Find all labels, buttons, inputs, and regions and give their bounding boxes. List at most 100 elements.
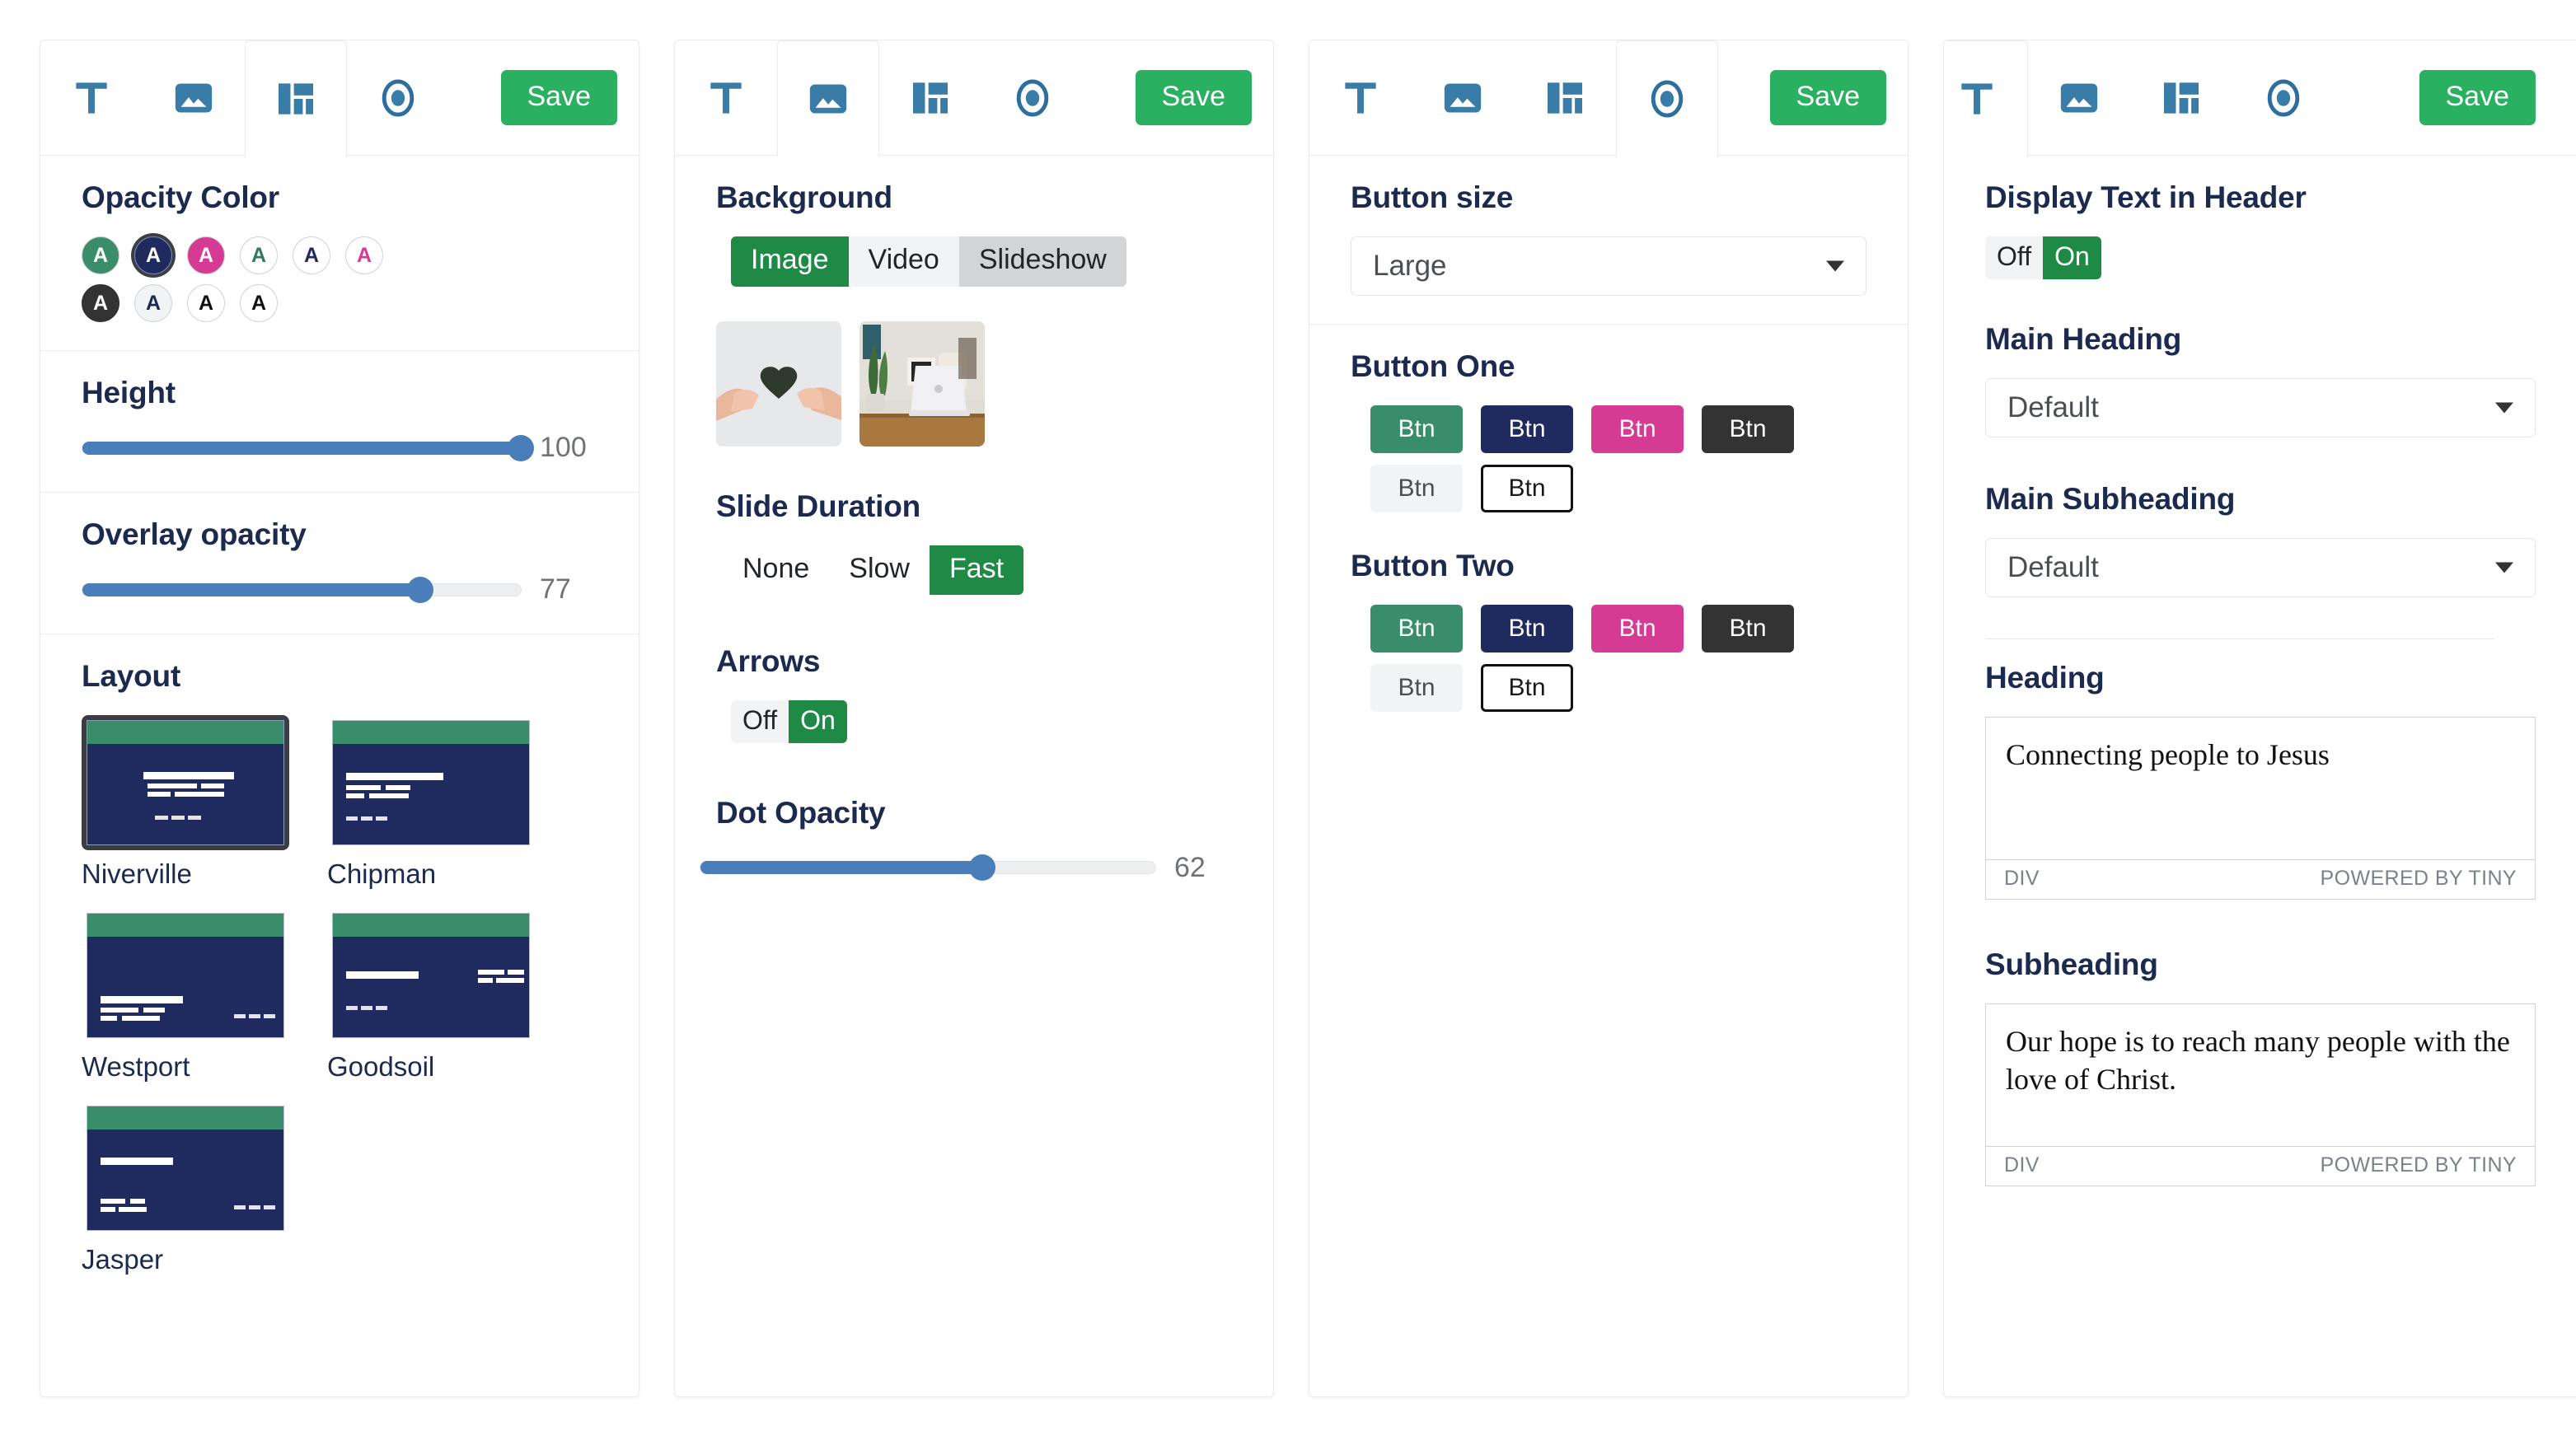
swatch-letter: A [251, 291, 267, 315]
opacity-color-swatches: A A A A A A A A A A [82, 236, 597, 322]
button-variant-pink[interactable]: Btn [1591, 605, 1684, 652]
layout-option-westport[interactable]: Westport [82, 908, 289, 1083]
button-variant-green[interactable]: Btn [1370, 605, 1463, 652]
button-variant-dark[interactable]: Btn [1702, 605, 1794, 652]
heading-rich-text-editor[interactable]: Connecting people to Jesus DIV POWERED B… [1985, 716, 2536, 900]
swatch-row-1: A A A A A A [82, 236, 597, 274]
color-swatch[interactable]: A [134, 284, 172, 322]
heading-editor-content[interactable]: Connecting people to Jesus [1986, 718, 2535, 859]
layout-option-goodsoil[interactable]: Goodsoil [327, 908, 535, 1083]
chevron-down-icon [1826, 260, 1844, 272]
color-swatch[interactable]: A [82, 236, 119, 274]
color-swatch[interactable]: A [187, 284, 225, 322]
tab-layout[interactable] [879, 40, 981, 156]
button-two-title: Button Two [1351, 549, 1515, 582]
panel-button-settings: Save Button size Large Button One Btn Bt… [1309, 40, 1909, 1397]
tab-text[interactable] [675, 40, 777, 156]
layout-option-niverville[interactable]: Niverville [82, 715, 289, 890]
button-variant-light[interactable]: Btn [1370, 664, 1463, 712]
layout-option-jasper[interactable]: Jasper [82, 1101, 289, 1275]
tab-button[interactable] [347, 40, 449, 156]
main-heading-value: Default [2007, 391, 2099, 423]
tab-image[interactable] [777, 40, 879, 157]
layout-thumbnail [87, 913, 284, 1038]
button-variant-light[interactable]: Btn [1370, 465, 1463, 512]
subheading-editor-content[interactable]: Our hope is to reach many people with th… [1986, 1004, 2535, 1146]
color-swatch[interactable]: A [240, 236, 278, 274]
slideshow-image-thumbnail[interactable] [716, 320, 841, 447]
height-slider[interactable] [82, 434, 534, 461]
height-value: 100 [540, 432, 587, 463]
button-variant-outline-selected[interactable]: Btn [1481, 465, 1573, 512]
subheading-editor-section: Subheading Our hope is to reach many peo… [1944, 928, 2576, 1214]
button-variant-pink[interactable]: Btn [1591, 405, 1684, 453]
save-button-panel4[interactable]: Save [2419, 69, 2536, 126]
layout-tab-icon [2164, 82, 2199, 114]
tab-bar-panel4: Save [1944, 40, 2576, 157]
color-swatch[interactable]: A [293, 236, 330, 274]
display-text-option-off[interactable]: Off [1985, 236, 2044, 279]
color-swatch-selected[interactable]: A [134, 236, 172, 274]
save-button-panel3[interactable]: Save [1769, 69, 1886, 126]
color-swatch[interactable]: A [187, 236, 225, 274]
tab-image[interactable] [143, 40, 245, 156]
tab-layout[interactable] [1514, 40, 1616, 156]
arrows-option-on[interactable]: On [789, 700, 847, 743]
main-heading-section: Main Heading Default [1944, 307, 2576, 465]
save-button-panel1[interactable]: Save [500, 69, 617, 126]
button-variant-green[interactable]: Btn [1370, 405, 1463, 453]
layout-option-chipman[interactable]: Chipman [327, 715, 535, 890]
tab-text[interactable] [40, 40, 143, 156]
button-variant-navy[interactable]: Btn [1481, 605, 1573, 652]
swatch-letter: A [145, 243, 162, 267]
color-swatch[interactable]: A [240, 284, 278, 322]
slideshow-image-list [716, 320, 1232, 447]
arrows-option-off[interactable]: Off [731, 700, 789, 743]
dot-opacity-slider[interactable] [700, 854, 1156, 882]
tab-button[interactable] [2232, 40, 2335, 156]
subheading-rich-text-editor[interactable]: Our hope is to reach many people with th… [1985, 1003, 2536, 1186]
tab-layout[interactable] [245, 40, 347, 157]
background-option-image[interactable]: Image [731, 236, 849, 287]
slideshow-image-thumbnail[interactable] [859, 320, 985, 447]
button-size-select[interactable]: Large [1351, 236, 1866, 296]
dot-opacity-title: Dot Opacity [716, 795, 886, 830]
dot-opacity-value: 62 [1174, 851, 1206, 883]
tab-text[interactable] [1944, 40, 2028, 157]
slide-duration-option-slow[interactable]: Slow [829, 545, 930, 596]
background-option-slideshow[interactable]: Slideshow [958, 236, 1126, 287]
background-type-toggle: Image Video Slideshow [731, 236, 1126, 287]
layout-label: Goodsoil [327, 1051, 435, 1082]
main-subheading-select[interactable]: Default [1985, 537, 2536, 597]
tab-layout[interactable] [2130, 40, 2232, 156]
overlay-opacity-slider[interactable] [82, 576, 522, 603]
button-variant-outline-selected[interactable]: Btn [1481, 664, 1573, 712]
button-size-section: Button size Large [1309, 156, 1908, 324]
display-text-option-on[interactable]: On [2043, 236, 2101, 279]
slide-duration-option-fast[interactable]: Fast [929, 545, 1024, 596]
image-tab-icon [1444, 83, 1482, 112]
main-subheading-value: Default [2007, 550, 2099, 583]
display-text-section: Display Text in Header Off On [1944, 156, 2576, 307]
color-swatch[interactable]: A [82, 284, 119, 322]
slide-duration-option-none[interactable]: None [723, 545, 829, 596]
circle-tab-icon [382, 78, 415, 117]
tab-bar-panel2: Save [675, 40, 1273, 157]
tab-text[interactable] [1309, 40, 1412, 156]
color-swatch[interactable]: A [345, 236, 383, 274]
main-heading-select[interactable]: Default [1985, 377, 2536, 437]
layout-label: Niverville [82, 858, 192, 889]
tab-button[interactable] [981, 40, 1084, 156]
tab-image[interactable] [1412, 40, 1514, 156]
layout-thumbnail [332, 720, 530, 845]
tab-image[interactable] [2028, 40, 2130, 156]
overlay-opacity-section: Overlay opacity 77 [40, 492, 639, 634]
chevron-down-icon [2495, 402, 2513, 414]
save-button-panel2[interactable]: Save [1135, 69, 1252, 126]
button-variant-navy[interactable]: Btn [1481, 405, 1573, 453]
button-variant-dark[interactable]: Btn [1702, 405, 1794, 453]
opacity-color-section: Opacity Color A A A A A A A A A A [40, 156, 639, 350]
tab-button[interactable] [1616, 40, 1718, 157]
background-option-video[interactable]: Video [848, 236, 959, 287]
swatch-letter: A [356, 243, 372, 267]
